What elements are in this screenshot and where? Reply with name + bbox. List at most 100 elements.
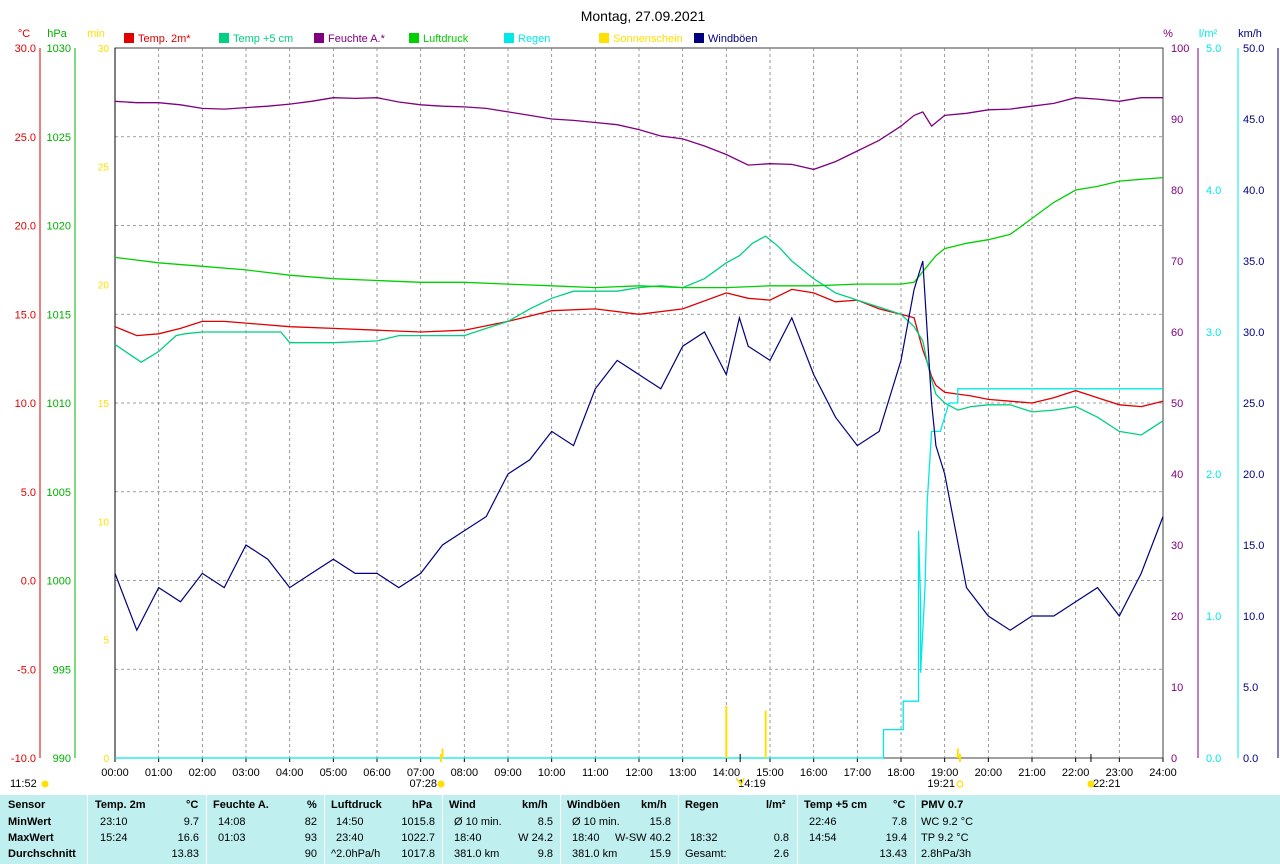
temp2m-avg-value: 13.83 xyxy=(171,848,199,860)
rain-axis-unit: l/m² xyxy=(1199,28,1218,40)
pressure-tick-label: 1030 xyxy=(47,43,71,55)
pressure-tick-label: 1025 xyxy=(47,132,71,144)
wind-distance: 381.0 km xyxy=(454,848,500,860)
pressure-tick-label: 1005 xyxy=(47,487,71,499)
pressure-tick-label: 1010 xyxy=(47,398,71,410)
header-temp2m: Temp. 2m xyxy=(95,799,146,811)
humidity-tick-label: 30 xyxy=(1171,540,1183,552)
pmv-windchill: WC 9.2 °C xyxy=(921,816,974,828)
feuchte-min-value: 82 xyxy=(304,816,317,828)
gust-max-time: 18:40 xyxy=(572,832,600,844)
x-tick-label: 12:00 xyxy=(625,767,653,779)
temp-axis-unit: °C xyxy=(18,28,30,40)
gust-avg10-label: Ø 10 min. xyxy=(572,816,620,828)
luftdruck-min-value: 1015.8 xyxy=(401,816,435,828)
y-axes: 30.0 25.0 20.0 15.0 10.0 5.0 0.0 -5.0 -10.0 1030 1… xyxy=(11,43,1279,765)
wind-axis-unit: km/h xyxy=(1238,28,1262,40)
x-tick-label: 16:00 xyxy=(800,767,828,779)
header-temp5cm-unit: °C xyxy=(893,799,906,811)
x-tick-label: 18:00 xyxy=(887,767,915,779)
legend-swatch-luftdruck xyxy=(409,33,419,43)
temp-tick-label: 15.0 xyxy=(15,309,36,321)
moonset-time: 11:52 xyxy=(10,778,37,790)
pressure-tick-label: 1000 xyxy=(47,576,71,588)
temp-tick-label: -10.0 xyxy=(11,753,36,765)
wind-tick-label: 30.0 xyxy=(1243,327,1264,339)
legend: Temp. 2m* Temp +5 cm Feuchte A.* Luftdru… xyxy=(124,33,758,45)
sunrise-time: 07:28 xyxy=(410,778,438,790)
wind-tick-label: 35.0 xyxy=(1243,256,1264,268)
wind-avg10-label: Ø 10 min. xyxy=(454,816,502,828)
rain-tick-label: 1.0 xyxy=(1206,611,1221,623)
temp2m-min-time: 23:10 xyxy=(100,816,128,828)
wind-max-time: 18:40 xyxy=(454,832,482,844)
pressure-tick-label: 1015 xyxy=(47,309,71,321)
humidity-tick-label: 80 xyxy=(1171,185,1183,197)
sun-tick-label: 20 xyxy=(98,281,110,292)
x-axis: 00:00 01:00 02:00 03:00 04:00 05:00 06:00 07:00… xyxy=(101,758,1177,779)
rain-tick-label: 2.0 xyxy=(1206,469,1221,481)
pressure-tick-label: 995 xyxy=(53,664,71,676)
temp5cm-min-time: 22:46 xyxy=(809,816,837,828)
legend-sonne: Sonnenschein xyxy=(613,33,683,45)
x-tick-label: 11:00 xyxy=(582,767,609,779)
gust-distance: 381.0 km xyxy=(572,848,618,860)
luftdruck-trend: ^2.0hPa/h xyxy=(331,848,381,860)
wind-tick-label: 45.0 xyxy=(1243,114,1264,126)
legend-luftdruck: Luftdruck xyxy=(423,33,469,45)
legend-temp5cm: Temp +5 cm xyxy=(233,33,293,45)
x-tick-label: 17:00 xyxy=(844,767,872,779)
temp2m-max-value: 16.6 xyxy=(177,832,199,844)
regen-total-value: 2.6 xyxy=(773,848,789,860)
temp-tick-label: 30.0 xyxy=(15,43,36,55)
humidity-tick-label: 90 xyxy=(1171,114,1183,126)
wind-avg10-value: 8.5 xyxy=(537,816,553,828)
legend-swatch-feuchte xyxy=(314,33,324,43)
temp-tick-label: 10.0 xyxy=(15,398,36,410)
feuchte-max-time: 01:03 xyxy=(218,832,246,844)
luftdruck-max-value: 1022.7 xyxy=(401,832,435,844)
wind-tick-label: 25.0 xyxy=(1243,398,1264,410)
header-wind-unit: km/h xyxy=(522,799,548,811)
gust-avg10-value: 15.8 xyxy=(649,816,671,828)
rain-tick-label: 0.0 xyxy=(1206,753,1221,765)
humidity-tick-label: 20 xyxy=(1171,611,1183,623)
x-tick-label: 21:00 xyxy=(1018,767,1046,779)
legend-regen: Regen xyxy=(518,33,550,45)
pmv-pressure-trend: 2.8hPa/3h xyxy=(921,848,972,860)
legend-temp2m: Temp. 2m* xyxy=(138,33,191,45)
header-pmv: PMV 0.7 xyxy=(921,799,964,811)
temp5cm-max-value: 19.4 xyxy=(885,832,907,844)
luftdruck-avg-value: 1017.8 xyxy=(401,848,435,860)
sun-axis-unit: min xyxy=(87,28,105,40)
rain-tick-label: 5.0 xyxy=(1206,43,1221,55)
temp-tick-label: 5.0 xyxy=(21,487,36,499)
gust-avg-value: 15.9 xyxy=(649,848,671,860)
temp-tick-label: 0.0 xyxy=(21,576,36,588)
header-wind: Wind xyxy=(449,799,476,811)
row-label-max: MaxWert xyxy=(8,832,54,844)
row-label-min: MinWert xyxy=(8,816,52,828)
humidity-tick-label: 0 xyxy=(1171,753,1177,765)
wind-tick-label: 20.0 xyxy=(1243,469,1264,481)
x-tick-label: 09:00 xyxy=(494,767,522,779)
temp-tick-label: -5.0 xyxy=(17,664,36,676)
wind-tick-label: 40.0 xyxy=(1243,185,1264,197)
x-tick-label: 24:00 xyxy=(1149,767,1177,779)
legend-wind: Windböen xyxy=(708,33,758,45)
header-regen-unit: l/m² xyxy=(766,799,786,811)
header-windboeen: Windböen xyxy=(567,799,621,811)
header-temp2m-unit: °C xyxy=(186,799,199,811)
gust-max-value: W-SW 40.2 xyxy=(614,832,671,844)
sun-tick-label: 15 xyxy=(98,399,110,410)
x-tick-label: 00:00 xyxy=(101,767,129,779)
moonrise-icon xyxy=(1087,780,1095,788)
pressure-tick-label: 1020 xyxy=(47,221,71,233)
luftdruck-min-time: 14:50 xyxy=(336,816,364,828)
x-tick-label: 20:00 xyxy=(975,767,1003,779)
header-luftdruck-unit: hPa xyxy=(412,799,433,811)
sun-tick-label: 0 xyxy=(103,754,109,765)
x-tick-label: 22:00 xyxy=(1062,767,1090,779)
x-tick-label: 06:00 xyxy=(363,767,391,779)
temp-tick-label: 20.0 xyxy=(15,221,36,233)
